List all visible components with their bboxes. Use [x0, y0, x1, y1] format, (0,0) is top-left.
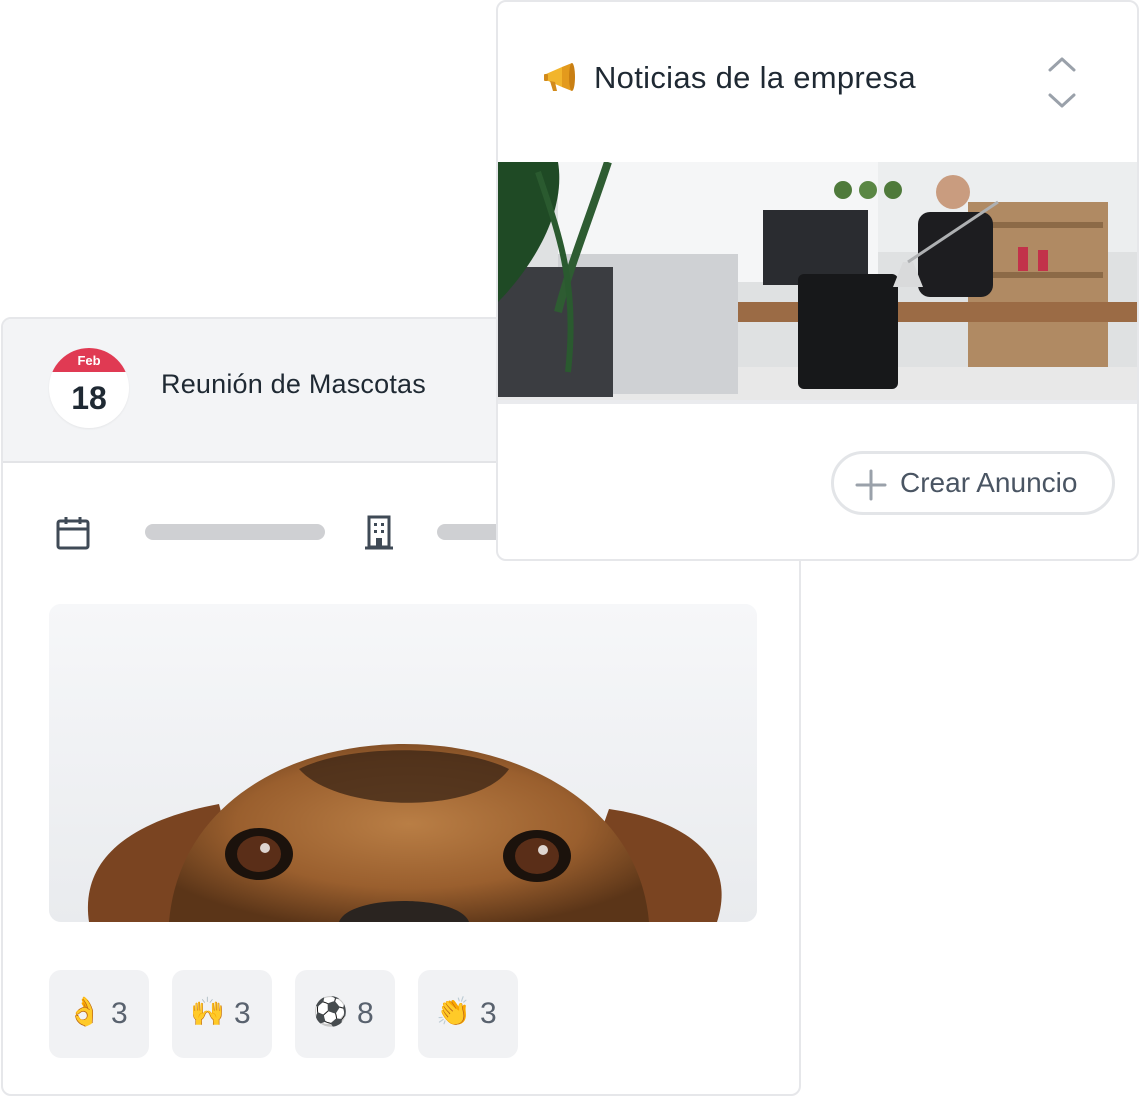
office-photo: [498, 162, 1137, 404]
calendar-icon: [55, 515, 91, 551]
building-icon: [363, 515, 395, 551]
event-title: Reunión de Mascotas: [161, 369, 426, 399]
raised-hands-icon: 🙌: [190, 995, 225, 1028]
reaction-ok-hand[interactable]: 👌 3: [49, 970, 149, 1058]
megaphone-icon: [542, 62, 578, 99]
clapping-hands-icon: 👏: [436, 995, 471, 1028]
reaction-raised-hands[interactable]: 🙌 3: [172, 970, 272, 1058]
create-announcement-label: Crear Anuncio: [900, 467, 1078, 498]
reaction-soccer-ball[interactable]: ⚽ 8: [295, 970, 395, 1058]
reaction-clapping-hands[interactable]: 👏 3: [418, 970, 518, 1058]
news-header: Noticias de la empresa: [498, 2, 1137, 162]
date-badge: Feb 18: [49, 348, 129, 428]
reaction-count: 3: [480, 997, 497, 1030]
reaction-count: 3: [111, 997, 128, 1030]
reaction-count: 3: [234, 997, 251, 1030]
date-day: 18: [71, 380, 107, 416]
ok-hand-icon: 👌: [67, 995, 102, 1028]
plus-icon: [854, 468, 888, 507]
create-announcement-button[interactable]: Crear Anuncio: [831, 451, 1115, 515]
soccer-ball-icon: ⚽: [313, 995, 348, 1028]
reaction-count: 8: [357, 997, 374, 1030]
company-news-card: Noticias de la empresa Crear Anuncio: [496, 0, 1139, 561]
date-placeholder: [145, 524, 325, 540]
dog-photo: [49, 604, 757, 922]
news-title: Noticias de la empresa: [594, 60, 916, 95]
sort-chevrons-icon[interactable]: [1044, 52, 1080, 114]
date-month: Feb: [49, 348, 129, 372]
